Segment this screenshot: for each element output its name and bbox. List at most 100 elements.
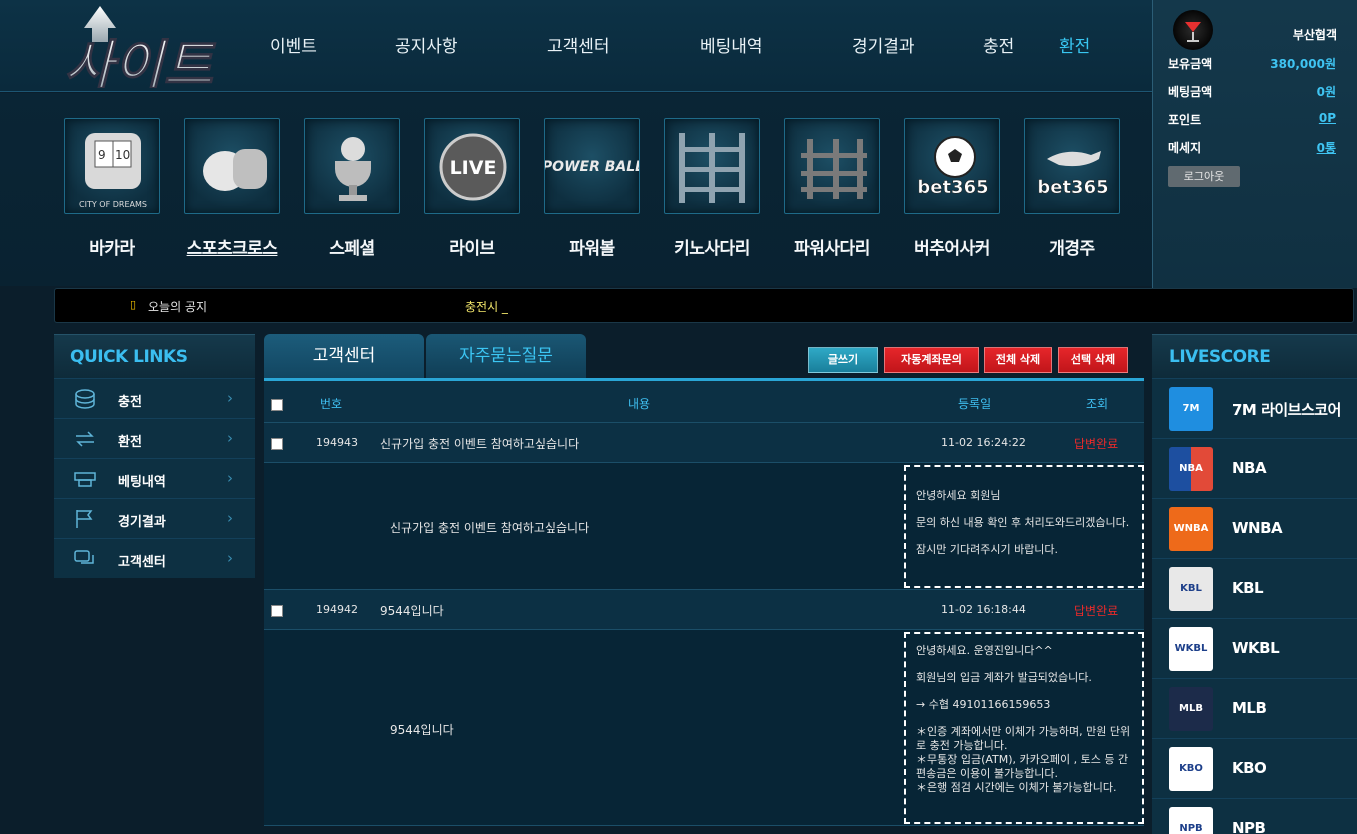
svg-text:POWER BALL: POWER BALL bbox=[545, 159, 640, 175]
livescore-wkbl[interactable]: WKBL WKBL bbox=[1152, 618, 1357, 678]
answer-line: ＊인증 계좌에서만 이체가 가능하며, 만원 단위로 충전 가능합니다. bbox=[916, 725, 1131, 752]
game-dog-race[interactable]: bet365 개경주 bbox=[1024, 118, 1120, 259]
question-text: 신규가입 충전 이벤트 참여하고싶습니다 bbox=[390, 521, 590, 535]
livescore-label: KBL bbox=[1232, 579, 1264, 597]
games-row: 9 10 CITY OF DREAMS 바카라 스포츠크로스 스페셜 LIVE … bbox=[0, 93, 1152, 286]
post-date: 11-02 16:24:22 bbox=[941, 436, 1026, 449]
game-power-ladder[interactable]: 파워사다리 bbox=[784, 118, 880, 259]
balance-value: 380,000원 bbox=[1270, 57, 1336, 71]
point-link[interactable]: 0P bbox=[1319, 111, 1336, 125]
livescore-panel: LIVESCORE 7M 7M 라이브스코어 NBA NBA WNBA WNBA… bbox=[1152, 334, 1357, 834]
live-icon: LIVE bbox=[424, 118, 520, 214]
site-logo[interactable]: 사이트 bbox=[62, 6, 247, 98]
auto-account-button[interactable]: 자동계좌문의 bbox=[884, 347, 979, 373]
notice-bar: ▯ 오늘의 공지 충전시 _ bbox=[54, 288, 1354, 323]
game-keno-ladder[interactable]: 키노사다리 bbox=[664, 118, 760, 259]
avatar-icon bbox=[1173, 10, 1213, 50]
quick-link-deposit[interactable]: 충전 › bbox=[54, 378, 255, 418]
logout-button[interactable]: 로그아웃 bbox=[1168, 166, 1240, 187]
quick-link-bet-history[interactable]: 베팅내역 › bbox=[54, 458, 255, 498]
tab-faq[interactable]: 자주묻는질문 bbox=[426, 334, 586, 378]
table-row[interactable]: 194942 9544입니다 11-02 16:18:44 답변완료 bbox=[264, 590, 1144, 630]
livescore-npb[interactable]: NPB NPB bbox=[1152, 798, 1357, 834]
baccarat-icon: 9 10 CITY OF DREAMS bbox=[64, 118, 160, 214]
svg-text:bet365: bet365 bbox=[917, 177, 988, 198]
exchange-icon bbox=[76, 431, 94, 447]
table-header: 번호 내용 등록일 조회 bbox=[264, 381, 1144, 423]
game-sports-cross[interactable]: 스포츠크로스 bbox=[184, 118, 280, 259]
nav-withdraw[interactable]: 환전 bbox=[1059, 32, 1090, 57]
bet-amount-value: 0원 bbox=[1316, 85, 1336, 99]
trophy-icon bbox=[304, 118, 400, 214]
post-number: 194943 bbox=[316, 436, 358, 449]
delete-all-button[interactable]: 전체 삭제 bbox=[984, 347, 1052, 373]
mlb-logo-icon: MLB bbox=[1169, 687, 1213, 731]
answer-line: 잠시만 기다려주시기 바랍니다. bbox=[916, 543, 1059, 556]
game-label: 개경주 bbox=[1049, 239, 1095, 259]
nav-event[interactable]: 이벤트 bbox=[270, 32, 317, 57]
nav-notice[interactable]: 공지사항 bbox=[395, 32, 458, 57]
answer-line: ＊무통장 입금(ATM), 카카오페이 , 토스 등 간편송금은 이용이 불가능… bbox=[916, 753, 1129, 780]
delete-selected-button[interactable]: 선택 삭제 bbox=[1058, 347, 1128, 373]
game-baccarat[interactable]: 9 10 CITY OF DREAMS 바카라 bbox=[64, 118, 160, 259]
livescore-kbl[interactable]: KBL KBL bbox=[1152, 558, 1357, 618]
svg-text:CITY OF DREAMS: CITY OF DREAMS bbox=[79, 200, 147, 209]
post-detail: 신규가입 충전 이벤트 참여하고싶습니다 안녕하세요 회원님 문의 하신 내용 … bbox=[264, 463, 1144, 590]
chevron-right-icon: › bbox=[227, 509, 233, 527]
livescore-mlb[interactable]: MLB MLB bbox=[1152, 678, 1357, 738]
nav-results[interactable]: 경기결과 bbox=[852, 32, 915, 57]
tab-support[interactable]: 고객센터 bbox=[264, 334, 424, 378]
game-special[interactable]: 스페셜 bbox=[304, 118, 400, 259]
nav-bet-history[interactable]: 베팅내역 bbox=[700, 32, 763, 57]
kbl-logo-icon: KBL bbox=[1169, 567, 1213, 611]
logo-text: 사이트 bbox=[64, 34, 216, 88]
greyhound-icon: bet365 bbox=[1024, 118, 1120, 214]
post-status: 답변완료 bbox=[1074, 604, 1119, 618]
game-live[interactable]: LIVE 라이브 bbox=[424, 118, 520, 259]
row-checkbox[interactable] bbox=[271, 605, 283, 617]
quick-link-results[interactable]: 경기결과 › bbox=[54, 498, 255, 538]
quick-link-withdraw[interactable]: 환전 › bbox=[54, 418, 255, 458]
livescore-label: WKBL bbox=[1232, 639, 1280, 657]
game-label: 버추어사커 bbox=[914, 239, 990, 259]
table-row[interactable]: 194943 신규가입 충전 이벤트 참여하고싶습니다 11-02 16:24:… bbox=[264, 423, 1144, 463]
answer-box: 안녕하세요 회원님 문의 하신 내용 확인 후 처리도와드리겠습니다. 잠시만 … bbox=[904, 465, 1144, 588]
game-powerball[interactable]: POWER BALL 파워볼 bbox=[544, 118, 640, 259]
livescore-title: LIVESCORE bbox=[1152, 334, 1357, 378]
livescore-nba[interactable]: NBA NBA bbox=[1152, 438, 1357, 498]
header: 사이트 이벤트 공지사항 고객센터 베팅내역 경기결과 충전 환전 bbox=[0, 0, 1152, 98]
post-title[interactable]: 9544입니다 bbox=[380, 602, 444, 619]
col-content: 내용 bbox=[628, 397, 651, 411]
top-nav: 이벤트 공지사항 고객센터 베팅내역 경기결과 충전 환전 bbox=[250, 0, 1150, 88]
livescore-label: WNBA bbox=[1232, 519, 1283, 537]
post-title[interactable]: 신규가입 충전 이벤트 참여하고싶습니다 bbox=[380, 435, 579, 452]
post-date: 11-02 16:18:44 bbox=[941, 603, 1026, 616]
question-text: 9544입니다 bbox=[390, 723, 454, 737]
livescore-wnba[interactable]: WNBA WNBA bbox=[1152, 498, 1357, 558]
game-label: 바카라 bbox=[89, 239, 135, 259]
nav-deposit[interactable]: 충전 bbox=[983, 32, 1014, 57]
quick-link-label: 경기결과 bbox=[118, 515, 166, 530]
quick-link-support[interactable]: 고객센터 › bbox=[54, 538, 255, 578]
chevron-right-icon: › bbox=[227, 469, 233, 487]
message-link[interactable]: 0통 bbox=[1317, 139, 1336, 156]
game-label: 키노사다리 bbox=[674, 239, 750, 259]
post-detail: 9544입니다 안녕하세요. 운영진입니다^^ 회원님의 입금 계좌가 발급되었… bbox=[264, 630, 1144, 826]
notice-text[interactable]: 충전시 _ bbox=[465, 298, 508, 315]
answer-line: 안녕하세요 회원님 bbox=[916, 489, 1001, 502]
livescore-7m[interactable]: 7M 7M 라이브스코어 bbox=[1152, 378, 1357, 438]
flag-icon bbox=[76, 510, 93, 528]
balance-label: 보유금액 bbox=[1168, 57, 1213, 71]
nav-support[interactable]: 고객센터 bbox=[547, 32, 610, 57]
message-label: 메세지 bbox=[1168, 141, 1202, 155]
sports-icon bbox=[184, 118, 280, 214]
quick-link-label: 충전 bbox=[118, 395, 142, 410]
quick-links: QUICK LINKS 충전 › 환전 › 베팅내역 › 경기결과 › 고객센터… bbox=[54, 334, 255, 580]
write-button[interactable]: 글쓰기 bbox=[808, 347, 878, 373]
game-virtual-soccer[interactable]: bet365 버추어사커 bbox=[904, 118, 1000, 259]
row-checkbox[interactable] bbox=[271, 438, 283, 450]
livescore-kbo[interactable]: KBO KBO bbox=[1152, 738, 1357, 798]
livescore-label: MLB bbox=[1232, 699, 1267, 717]
livescore-label: NPB bbox=[1232, 819, 1266, 834]
select-all-checkbox[interactable] bbox=[271, 399, 283, 411]
